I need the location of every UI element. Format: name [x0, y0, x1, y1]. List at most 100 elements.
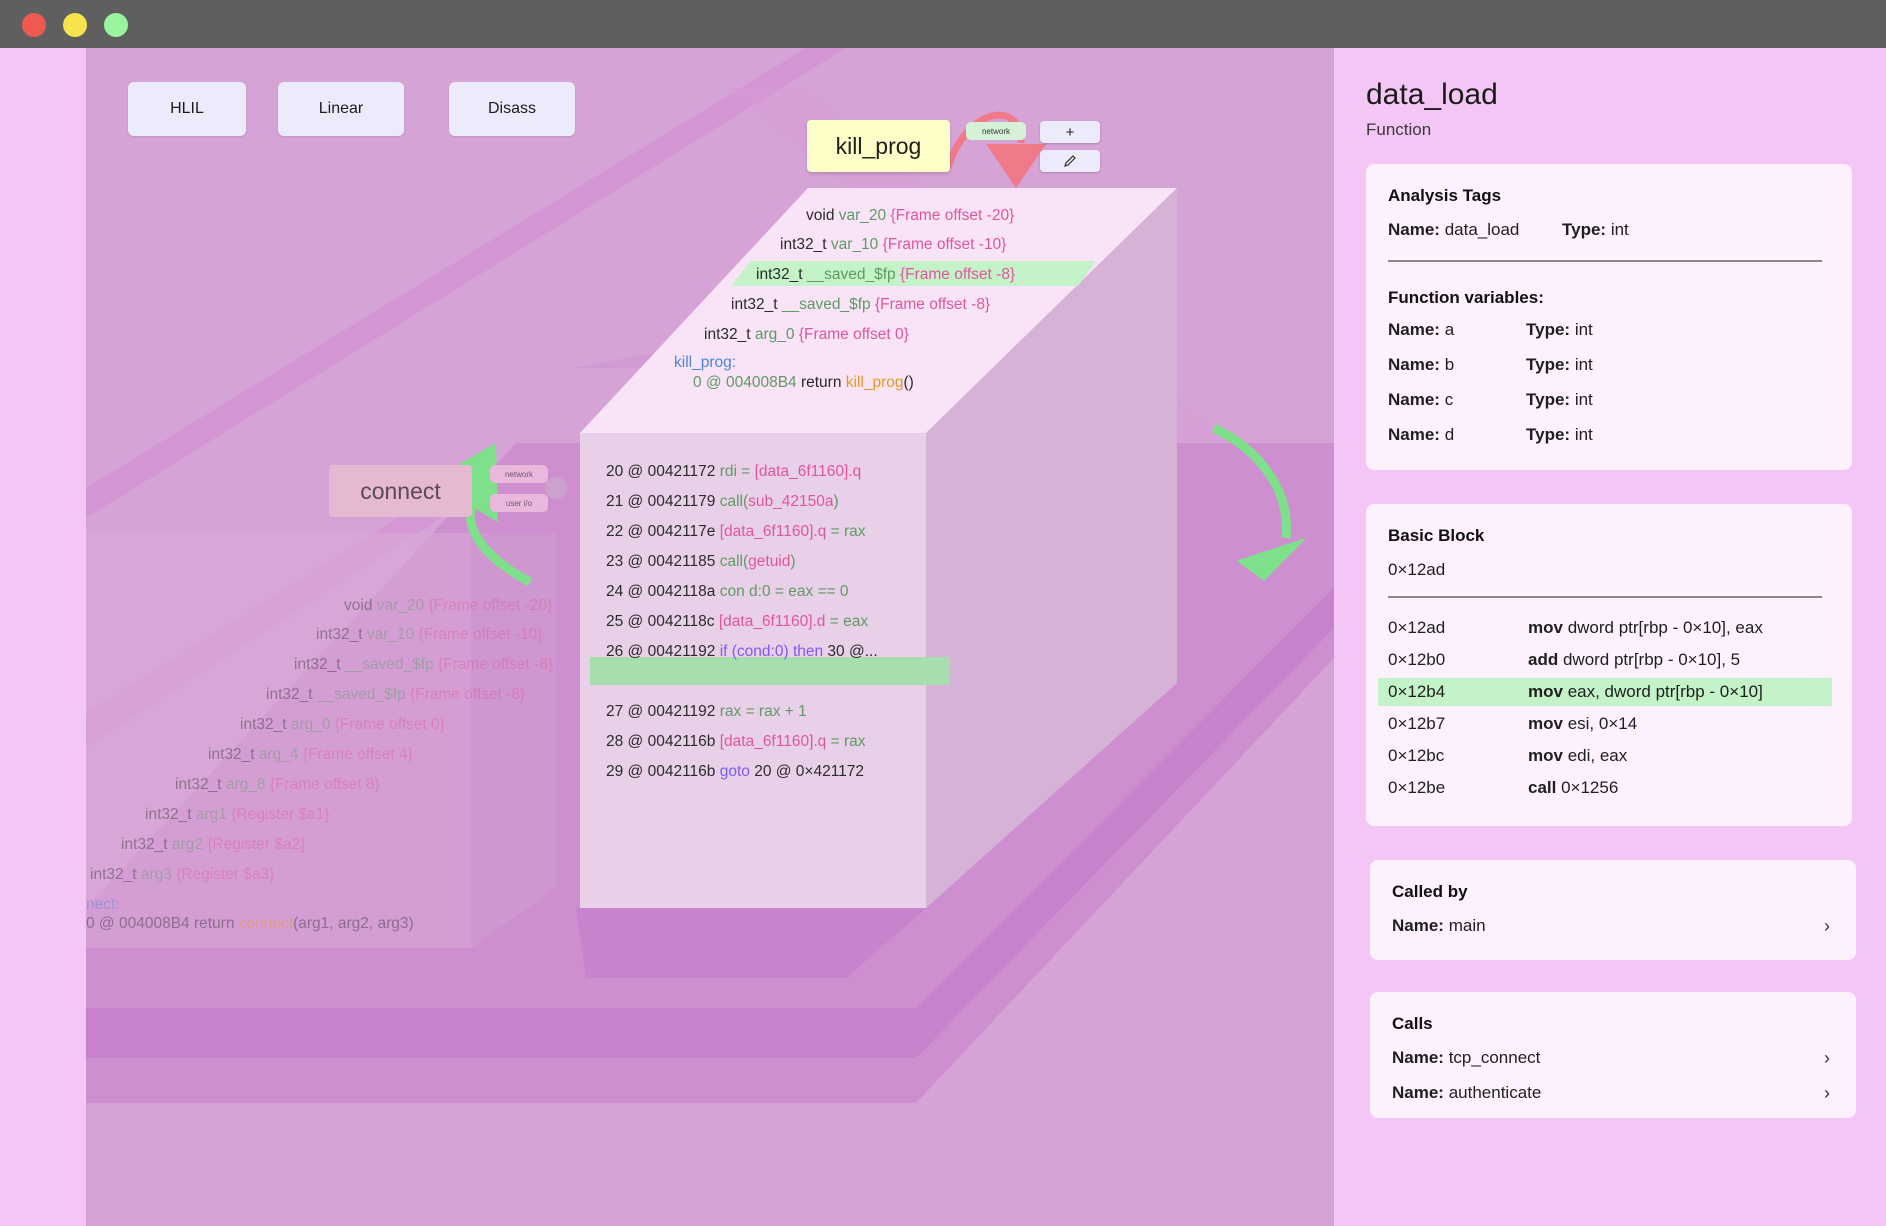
- called-by-item[interactable]: Name: main ›: [1370, 912, 1856, 944]
- asm-row[interactable]: 0×12bc mov edi, eax: [1378, 742, 1832, 770]
- kill-var-line[interactable]: int32_t __saved_$fp {Frame offset -8}: [731, 296, 990, 314]
- var-type: Type: int: [1526, 320, 1593, 340]
- il-line[interactable]: 24 @ 0042118a con d:0 = eax == 0: [606, 583, 849, 601]
- il-line[interactable]: 23 @ 00421185 call(getuid): [606, 553, 796, 571]
- asm-args: dword ptr[rbp - 0×10], eax: [1562, 618, 1763, 637]
- connect-network-tag[interactable]: network: [490, 465, 548, 483]
- kv-value: authenticate: [1448, 1083, 1542, 1102]
- il-op: rax = rax + 1: [719, 703, 807, 720]
- graph-canvas[interactable]: HLIL Linear Disass kill_prog network + v…: [86, 48, 1334, 1226]
- var-row[interactable]: Name: b: [1388, 355, 1454, 375]
- var-name: __saved_$fp: [344, 656, 434, 673]
- divider: [1388, 596, 1822, 598]
- zoom-window-button[interactable]: [104, 13, 128, 37]
- close-window-button[interactable]: [22, 13, 46, 37]
- view-linear-button[interactable]: Linear: [278, 82, 404, 136]
- connect-node-label[interactable]: connect: [329, 465, 472, 517]
- kill-prog-node-label[interactable]: kill_prog: [807, 120, 950, 172]
- il-line[interactable]: 29 @ 0042116b goto 20 @ 0×421172: [606, 763, 864, 781]
- asm-address: 0×12b4: [1388, 682, 1446, 701]
- connect-var-line[interactable]: int32_t arg3 {Register $a3}: [90, 866, 274, 884]
- asm-row[interactable]: 0×12ad mov dword ptr[rbp - 0×10], eax: [1378, 614, 1832, 642]
- connect-var-line[interactable]: int32_t arg_0 {Frame offset 0}: [240, 716, 445, 734]
- called-by-card: Called by Name: main ›: [1370, 860, 1856, 960]
- kill-var-line[interactable]: int32_t arg_0 {Frame offset 0}: [704, 326, 909, 344]
- view-disass-button[interactable]: Disass: [449, 82, 575, 136]
- il-line[interactable]: 22 @ 0042117e [data_6f1160].q = rax: [606, 523, 866, 541]
- asm-row[interactable]: 0×12b7 mov esi, 0×14: [1378, 710, 1832, 738]
- connect-var-line[interactable]: int32_t __saved_$fp {Frame offset -8}: [294, 656, 553, 674]
- kill-func-label[interactable]: kill_prog:: [674, 354, 736, 372]
- asm-instruction: mov esi, 0×14: [1528, 714, 1637, 734]
- calls-item[interactable]: Name: tcp_connect ›: [1370, 1044, 1856, 1076]
- var-row[interactable]: Name: c: [1388, 390, 1453, 410]
- var-name: __saved_$fp: [806, 266, 896, 283]
- kv-value: data_load: [1444, 220, 1520, 239]
- asm-row-highlighted[interactable]: 0×12b4 mov eax, dword ptr[rbp - 0×10]: [1378, 678, 1832, 706]
- var-row[interactable]: Name: d: [1388, 425, 1454, 445]
- kv-key: Name:: [1392, 916, 1444, 935]
- connect-return-line[interactable]: 0 @ 004008B4 return connect(arg1, arg2, …: [86, 915, 414, 933]
- il-index: 22 @ 0042117e: [606, 523, 720, 540]
- asm-row[interactable]: 0×12be call 0×1256: [1378, 774, 1832, 802]
- view-hlil-label: HLIL: [170, 100, 204, 117]
- kill-return-line[interactable]: 0 @ 004008B4 return kill_prog(): [693, 374, 914, 392]
- il-line[interactable]: 27 @ 00421192 rax = rax + 1: [606, 703, 807, 721]
- calls-card: Calls Name: tcp_connect › Name: authenti…: [1370, 992, 1856, 1118]
- function-info-panel: data_load Function Analysis Tags Name: d…: [1334, 48, 1886, 1226]
- asm-row[interactable]: 0×12b0 add dword ptr[rbp - 0×10], 5: [1378, 646, 1832, 674]
- analysis-name: Name: data_load: [1388, 220, 1519, 240]
- il-line-highlighted[interactable]: 25 @ 0042118c [data_6f1160].d = eax: [606, 613, 868, 631]
- called-by-title: Called by: [1392, 882, 1468, 901]
- il-line[interactable]: 28 @ 0042116b [data_6f1160].q = rax: [606, 733, 866, 751]
- kill-var-line[interactable]: int32_t var_10 {Frame offset -10}: [780, 236, 1006, 254]
- il-op: call(: [719, 553, 749, 570]
- il-index: 26 @ 00421192: [606, 643, 720, 660]
- var-name: var_10: [830, 236, 879, 253]
- il-rest: 30 @...: [823, 643, 878, 660]
- function-variables-title: Function variables:: [1388, 288, 1544, 307]
- kv-key: Type:: [1526, 355, 1571, 374]
- var-row[interactable]: Name: a: [1388, 320, 1454, 340]
- var-type: int32_t: [756, 266, 803, 283]
- asm-instruction: add dword ptr[rbp - 0×10], 5: [1528, 650, 1740, 670]
- analysis-type: Type: int: [1562, 220, 1629, 240]
- caller-name: Name: main: [1392, 916, 1486, 936]
- connect-var-line[interactable]: void var_20 {Frame offset -20}: [344, 597, 552, 615]
- connect-var-line[interactable]: int32_t arg_4 {Frame offset 4}: [208, 746, 413, 764]
- var-name: arg_0: [754, 326, 795, 343]
- panel-title: data_load: [1366, 78, 1498, 111]
- kill-prog-title: kill_prog: [835, 132, 922, 159]
- il-operand: getuid: [748, 553, 791, 570]
- asm-args: esi, 0×14: [1562, 714, 1638, 733]
- il-line[interactable]: 20 @ 00421172 rdi = [data_6f1160].q: [606, 463, 861, 481]
- calls-item[interactable]: Name: authenticate ›: [1370, 1079, 1856, 1111]
- var-note: {Register $a3}: [176, 866, 275, 883]
- tag-label: user i/o: [505, 498, 533, 508]
- edit-node-button[interactable]: [1040, 150, 1100, 172]
- add-node-button[interactable]: +: [1040, 121, 1100, 143]
- connect-func-label[interactable]: nect:: [86, 896, 120, 914]
- connect-var-line[interactable]: int32_t var_10 {Frame offset -10}: [316, 626, 542, 644]
- view-hlil-button[interactable]: HLIL: [128, 82, 246, 136]
- var-type: int32_t: [175, 776, 222, 793]
- minimize-window-button[interactable]: [63, 13, 87, 37]
- il-line[interactable]: 26 @ 00421192 if (cond:0) then 30 @...: [606, 643, 878, 661]
- kv-value: main: [1448, 916, 1486, 935]
- kill-prog-network-tag[interactable]: network: [966, 122, 1026, 140]
- kill-var-line[interactable]: int32_t __saved_$fp {Frame offset -8}: [756, 266, 1015, 284]
- kill-var-line[interactable]: void var_20 {Frame offset -20}: [806, 207, 1014, 225]
- connect-var-line[interactable]: int32_t arg2 {Register $a2}: [121, 836, 305, 854]
- il-rest: = eax: [825, 613, 869, 630]
- connect-var-line[interactable]: int32_t arg_8 {Frame offset 8}: [175, 776, 380, 794]
- connect-var-line[interactable]: int32_t __saved_$fp {Frame offset -8}: [266, 686, 525, 704]
- kv-value: int: [1574, 390, 1593, 409]
- connect-var-line[interactable]: int32_t arg1 {Register $a1}: [145, 806, 329, 824]
- var-note: {Frame offset 0}: [798, 326, 909, 343]
- il-line[interactable]: 21 @ 00421179 call(sub_42150a): [606, 493, 839, 511]
- var-note: {Frame offset -20}: [428, 597, 553, 614]
- connect-userio-tag[interactable]: user i/o: [490, 494, 548, 512]
- il-line-highlight: [590, 657, 950, 685]
- callee-name: Name: tcp_connect: [1392, 1048, 1540, 1068]
- connect-node-block: [86, 533, 471, 948]
